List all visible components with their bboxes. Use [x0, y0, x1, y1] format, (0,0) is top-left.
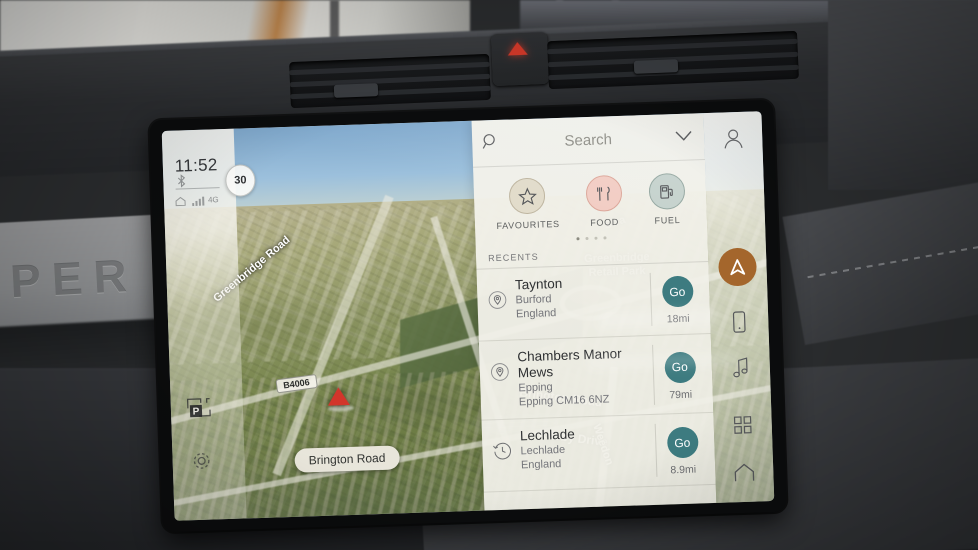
search-bar[interactable]: Search	[471, 113, 705, 168]
star-icon	[517, 186, 537, 205]
apps-button[interactable]	[731, 414, 754, 437]
signal-bars-icon	[192, 196, 205, 207]
location-pin-icon	[491, 363, 509, 381]
category-label: FUEL	[654, 214, 681, 226]
location-pin-icon	[488, 291, 507, 309]
navigation-button[interactable]	[717, 247, 758, 287]
category-food[interactable]: FOOD	[585, 174, 623, 228]
profile-icon	[724, 129, 743, 149]
infotainment-screen-bezel: Greenbridge Road Stra Greenbridge Retail…	[149, 99, 787, 533]
fuel-pump-icon	[660, 184, 673, 199]
list-item-title: Chambers Manor Mews	[517, 345, 622, 381]
car-interior-scene: PER Greenbridge Road Str	[0, 0, 978, 550]
food-circle[interactable]	[585, 174, 623, 213]
profile-button[interactable]	[720, 126, 747, 153]
pager-dot[interactable]	[594, 236, 598, 240]
hazard-triangle-icon	[507, 41, 528, 56]
row-icon	[492, 428, 517, 466]
row-icon	[487, 278, 512, 316]
vehicle-position-marker	[327, 386, 350, 406]
navigation-arrow-icon	[730, 259, 746, 276]
list-item-subtitle: Epping CM16 6NZ	[518, 393, 610, 409]
media-music-icon	[733, 357, 748, 378]
distance-label: 8.9mi	[670, 463, 697, 477]
row-text: Taynton Burford England	[511, 273, 651, 322]
chevron-down-icon[interactable]	[675, 130, 692, 142]
go-button[interactable]: Go	[661, 275, 694, 308]
infotainment-screen[interactable]: Greenbridge Road Stra Greenbridge Retail…	[161, 111, 775, 521]
pager-dot[interactable]	[585, 236, 589, 241]
row-go-area[interactable]: Go 79mi	[652, 343, 708, 405]
home-signal-icon	[175, 196, 186, 207]
media-button[interactable]	[729, 356, 752, 381]
air-vent-control[interactable]	[633, 59, 679, 74]
list-item[interactable]: Taynton Burford England Go 18mi	[476, 262, 711, 342]
hazard-light-button[interactable]	[490, 31, 550, 87]
home-icon	[734, 463, 755, 482]
fuel-circle[interactable]	[647, 172, 686, 210]
distance-label: 79mi	[669, 388, 693, 401]
search-placeholder[interactable]: Search	[472, 128, 704, 153]
row-text: Chambers Manor Mews Epping Epping CM16 6…	[513, 345, 654, 410]
passenger-grab-handle	[782, 177, 978, 345]
air-vent-control[interactable]	[333, 83, 379, 98]
pager-dot[interactable]	[576, 237, 580, 241]
list-item[interactable]: Lechlade Lechlade England Go 8.9mi	[481, 412, 716, 493]
history-clock-icon	[493, 442, 511, 460]
list-item-subtitle: England	[520, 457, 562, 472]
network-type-label: 4G	[207, 195, 219, 205]
go-button[interactable]: Go	[663, 351, 696, 384]
apps-grid-icon	[733, 416, 752, 434]
category-fuel[interactable]: FUEL	[647, 172, 686, 226]
home-button[interactable]	[731, 461, 758, 484]
row-text: Lechlade Lechlade England	[516, 424, 656, 473]
category-shortcuts[interactable]: FAVOURITES FOOD FUEL	[473, 160, 707, 238]
settings-gear-icon[interactable]	[190, 450, 213, 473]
category-favourites[interactable]: FAVOURITES	[495, 177, 560, 231]
cutlery-icon	[597, 186, 610, 201]
list-item-subtitle: England	[515, 307, 557, 321]
phone-button[interactable]	[728, 310, 751, 335]
status-divider	[175, 187, 220, 190]
go-button[interactable]: Go	[666, 426, 699, 459]
phone-icon	[732, 311, 746, 333]
category-label: FAVOURITES	[496, 218, 560, 232]
category-label: FOOD	[590, 216, 620, 228]
svg-text:P: P	[193, 406, 200, 417]
row-icon	[489, 350, 514, 388]
search-icon[interactable]	[482, 133, 500, 151]
row-go-area[interactable]: Go 8.9mi	[654, 422, 710, 477]
row-go-area[interactable]: Go 18mi	[649, 271, 705, 326]
pager-dot[interactable]	[603, 236, 607, 240]
side-icon-rail[interactable]	[703, 111, 775, 503]
navigation-search-panel[interactable]: Search FAVOURITES FOOD FUEL RECENTS Tayn…	[471, 113, 717, 511]
current-street-pill: Brington Road	[294, 445, 400, 473]
dashboard-textured-trim	[828, 0, 978, 190]
distance-label: 18mi	[666, 312, 690, 326]
bluetooth-icon	[177, 174, 186, 188]
air-vent-left	[289, 53, 491, 109]
parking-icon[interactable]: P	[185, 396, 214, 423]
favourites-circle[interactable]	[508, 177, 546, 215]
list-item[interactable]: Chambers Manor Mews Epping Epping CM16 6…	[478, 333, 714, 421]
